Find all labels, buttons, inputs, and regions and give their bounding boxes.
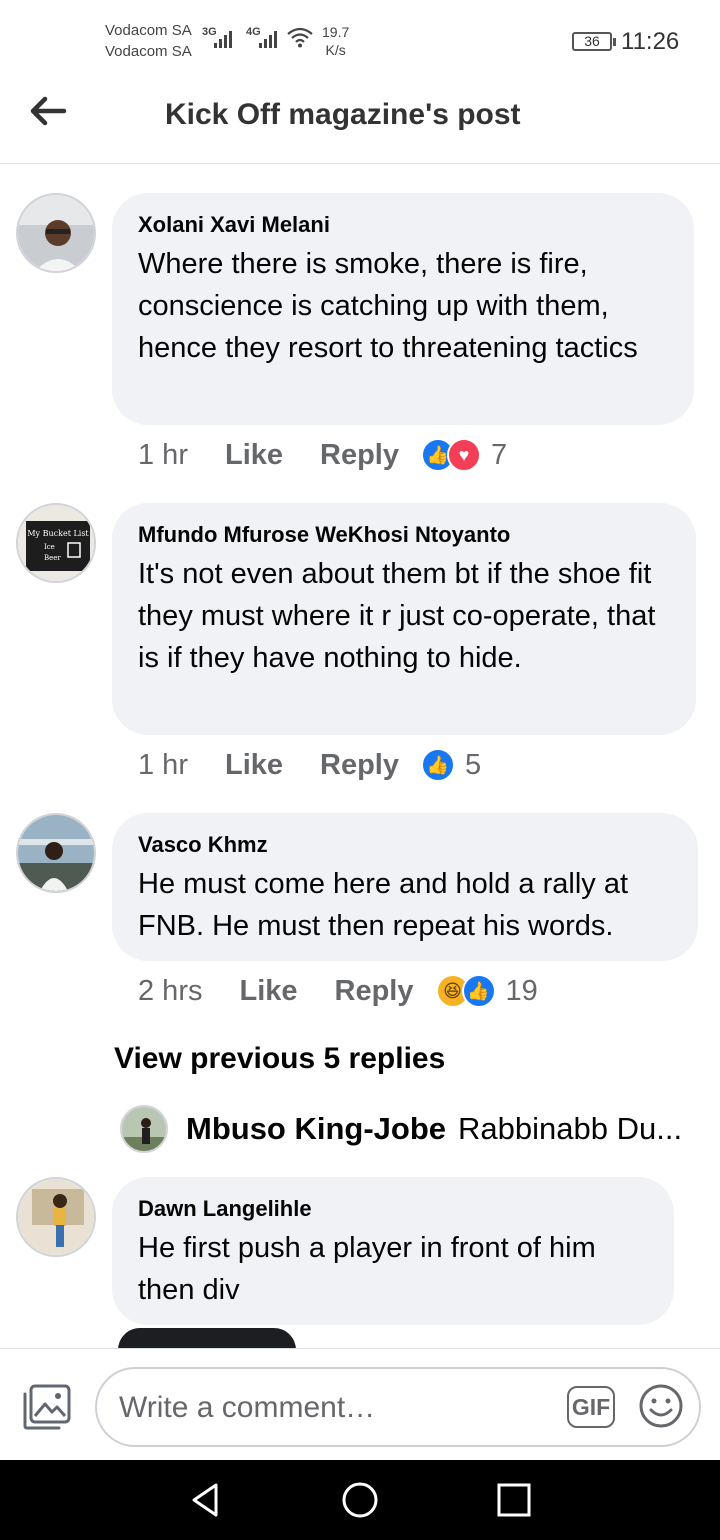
- comment-author[interactable]: Mfundo Mfurose WeKhosi Ntoyanto: [138, 521, 671, 549]
- comment-bubble[interactable]: Dawn Langelihle He first push a player i…: [112, 1177, 674, 1325]
- reaction-summary[interactable]: 👍 ♥ 7: [421, 438, 507, 472]
- smiley-icon[interactable]: [638, 1383, 684, 1429]
- carrier-2: Vodacom SA: [105, 43, 192, 60]
- thumbs-up-icon: 👍: [421, 748, 455, 782]
- clock: 11:26: [621, 28, 680, 55]
- avatar[interactable]: My Bucket List Ice Beer: [16, 503, 96, 583]
- comment-text: He first push a player in front of him t…: [138, 1232, 596, 1306]
- reaction-count: 5: [465, 748, 482, 781]
- avatar[interactable]: [16, 1177, 96, 1257]
- comment-actions: 1 hr Like Reply 👍 ♥ 7: [138, 438, 507, 472]
- comment-text: Where there is smoke, there is fire, con…: [138, 248, 638, 364]
- reaction-count: 19: [505, 974, 538, 1007]
- triangle-back-icon[interactable]: [186, 1480, 226, 1520]
- avatar[interactable]: [120, 1105, 168, 1153]
- heart-icon: ♥: [447, 438, 481, 472]
- comment-author[interactable]: Xolani Xavi Melani: [138, 211, 669, 239]
- comment-time[interactable]: 1 hr: [138, 749, 188, 782]
- comment-actions: 1 hr Like Reply 👍 5: [138, 748, 481, 782]
- square-recents-icon[interactable]: [494, 1480, 534, 1520]
- comment-image-attachment[interactable]: [118, 1328, 296, 1350]
- comment-bubble[interactable]: Vasco Khmz He must come here and hold a …: [112, 813, 698, 961]
- status-bar: Vodacom SA Vodacom SA 3G 4G 19.7 K/s 36 …: [0, 0, 720, 80]
- comment-text: He must come here and hold a rally at FN…: [138, 868, 629, 942]
- comment-time[interactable]: 1 hr: [138, 439, 188, 472]
- circle-home-icon[interactable]: [340, 1480, 380, 1520]
- speed-unit: K/s: [325, 42, 346, 58]
- svg-text:My Bucket List: My Bucket List: [27, 529, 89, 538]
- page-title: Kick Off magazine's post: [165, 98, 521, 131]
- reply-author[interactable]: Mbuso King-Jobe: [186, 1111, 446, 1147]
- comment-author[interactable]: Vasco Khmz: [138, 831, 673, 859]
- comment-author[interactable]: Dawn Langelihle: [138, 1195, 649, 1223]
- comment-text: It's not even about them bt if the shoe …: [138, 558, 656, 674]
- avatar[interactable]: [16, 193, 96, 273]
- reaction-summary[interactable]: 😆 👍 19: [435, 974, 538, 1008]
- reaction-count: 7: [491, 438, 508, 471]
- reply-text: Rabbinabb Du...: [458, 1111, 683, 1146]
- network-speed: 19.7 K/s: [322, 23, 349, 59]
- carrier-1: Vodacom SA: [105, 22, 192, 39]
- comment-bubble[interactable]: Mfundo Mfurose WeKhosi Ntoyanto It's not…: [112, 503, 696, 735]
- post-header: Kick Off magazine's post: [0, 80, 720, 164]
- comment-input[interactable]: Write a comment… GIF: [95, 1367, 701, 1447]
- thumbs-up-icon: 👍: [461, 974, 496, 1008]
- comment-composer: Write a comment… GIF: [0, 1348, 720, 1460]
- like-button[interactable]: Like: [225, 439, 283, 472]
- arrow-left-icon[interactable]: [28, 94, 68, 128]
- like-button[interactable]: Like: [239, 975, 297, 1008]
- view-previous-replies-link[interactable]: View previous 5 replies: [114, 1042, 445, 1076]
- battery-icon: 36: [572, 32, 616, 51]
- svg-text:Ice: Ice: [44, 543, 55, 551]
- signal-icon-2: [259, 30, 277, 48]
- reply-button[interactable]: Reply: [320, 439, 399, 472]
- comment-bubble[interactable]: Xolani Xavi Melani Where there is smoke,…: [112, 193, 694, 425]
- avatar[interactable]: [16, 813, 96, 893]
- reply-preview[interactable]: Mbuso King-Jobe Rabbinabb Du...: [120, 1105, 690, 1153]
- carrier-names: Vodacom SA Vodacom SA: [105, 20, 192, 62]
- comment-time[interactable]: 2 hrs: [138, 975, 202, 1008]
- like-button[interactable]: Like: [225, 749, 283, 782]
- comment-actions: 2 hrs Like Reply 😆 👍 19: [138, 974, 538, 1008]
- photo-icon[interactable]: [22, 1384, 72, 1430]
- signal-icon-1: [214, 30, 232, 48]
- reaction-summary[interactable]: 👍 5: [421, 748, 481, 782]
- reply-button[interactable]: Reply: [335, 975, 414, 1008]
- gif-button[interactable]: GIF: [567, 1386, 615, 1428]
- system-nav-bar: [0, 1460, 720, 1540]
- comment-input-placeholder: Write a comment…: [119, 1391, 376, 1424]
- wifi-icon: [287, 27, 313, 48]
- speed-value: 19.7: [322, 24, 350, 40]
- svg-text:Beer: Beer: [44, 554, 61, 562]
- reply-button[interactable]: Reply: [320, 749, 399, 782]
